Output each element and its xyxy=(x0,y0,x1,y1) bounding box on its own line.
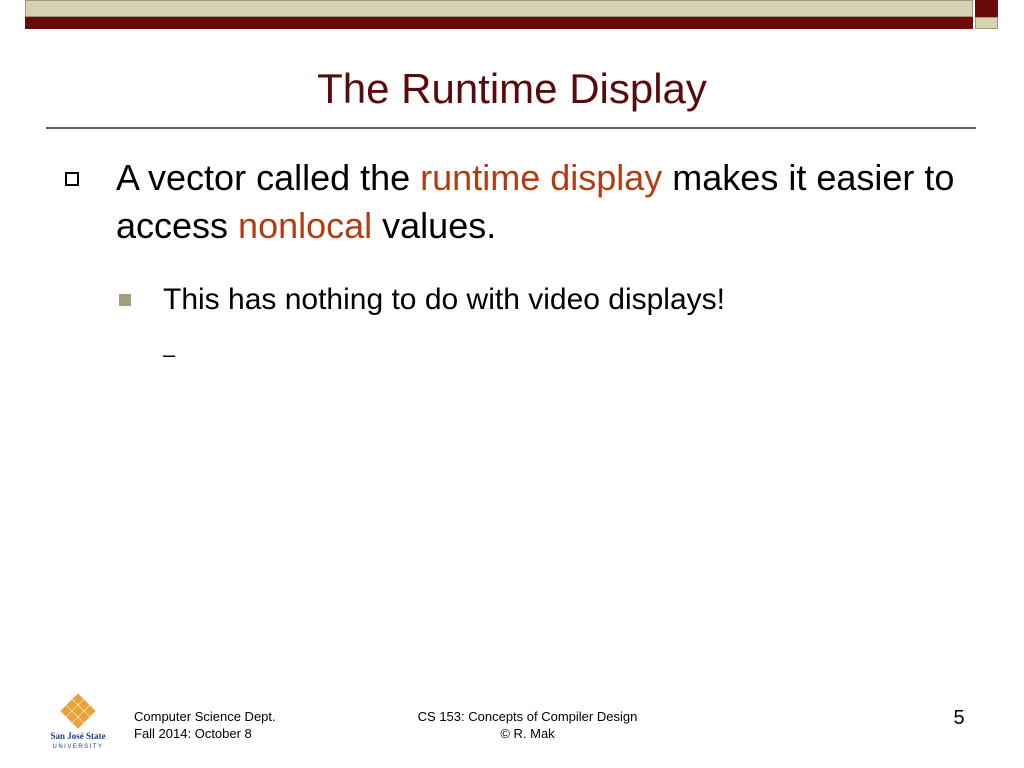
footer-left: Computer Science Dept. Fall 2014: Octobe… xyxy=(134,708,276,742)
bullet-level1-text: A vector called the runtime display make… xyxy=(116,154,976,250)
hollow-square-bullet-icon xyxy=(65,172,79,186)
top-decor-corner-olive xyxy=(975,17,998,29)
footer-copyright: © R. Mak xyxy=(500,726,555,741)
footer-center: CS 153: Concepts of Compiler Design © R.… xyxy=(395,708,660,742)
logo-wordmark: San José State xyxy=(50,731,105,741)
bullet-level2-text: This has nothing to do with video displa… xyxy=(163,283,725,316)
sjsu-logo-emblem-icon xyxy=(60,693,96,729)
bullet1-text-part3: values. xyxy=(372,205,497,246)
top-decor-bar-maroon xyxy=(25,17,973,29)
title-divider xyxy=(46,127,976,129)
footer-date: Fall 2014: October 8 xyxy=(134,726,252,741)
footer-department: Computer Science Dept. xyxy=(134,709,276,724)
top-decor-corner-maroon xyxy=(975,0,998,17)
highlight-runtime-display: runtime display xyxy=(420,157,663,198)
page-number: 5 xyxy=(953,707,965,729)
sjsu-logo: San José State UNIVERSITY xyxy=(50,693,106,750)
highlight-nonlocal: nonlocal xyxy=(238,205,373,246)
logo-university: UNIVERSITY xyxy=(52,744,103,750)
filled-square-bullet-icon xyxy=(119,294,131,306)
bullet1-text-part1: A vector called the xyxy=(116,157,421,198)
footer-course: CS 153: Concepts of Compiler Design xyxy=(417,709,638,724)
slide-title: The Runtime Display xyxy=(317,65,707,112)
bullet-level3-dash: – xyxy=(163,342,176,367)
top-decor-bar-olive xyxy=(25,0,973,17)
